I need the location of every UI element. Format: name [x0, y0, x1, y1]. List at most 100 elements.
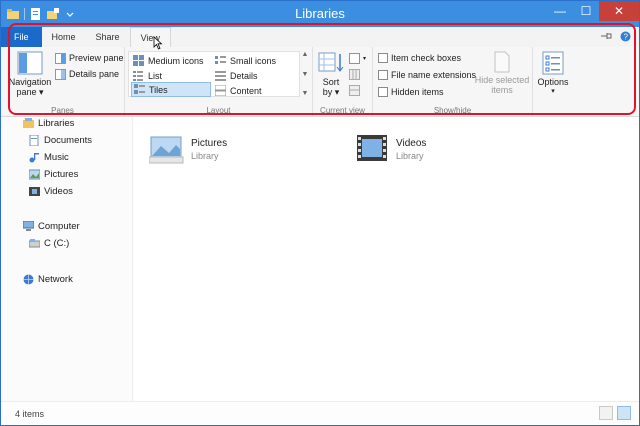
preview-pane-icon: [55, 52, 66, 64]
tab-file[interactable]: File: [1, 27, 42, 47]
sidebar-item-drive-c-label: C (C:): [44, 238, 70, 249]
videos-tile-text: Videos Library: [396, 138, 426, 161]
sidebar-item-music-label: Music: [44, 152, 69, 163]
size-columns-icon: [349, 84, 360, 96]
options-label: Options: [537, 77, 569, 87]
layout-details[interactable]: Details: [213, 68, 260, 83]
sidebar-item-documents[interactable]: Documents: [29, 134, 92, 147]
tile-type: Library: [191, 150, 219, 161]
gallery-more-icon[interactable]: ▼: [302, 90, 309, 97]
window-title: Libraries: [295, 6, 345, 21]
medium-icons-label: Medium icons: [148, 55, 204, 66]
status-bar: 4 items: [1, 401, 639, 425]
item-check-boxes-checkbox[interactable]: [378, 53, 388, 63]
large-icons-view-icon[interactable]: [617, 406, 631, 420]
help-icon[interactable]: ?: [620, 31, 631, 44]
minimize-icon: —: [554, 4, 566, 18]
navigation-pane-icon: [17, 51, 43, 77]
current-view-group-label: Current view: [320, 106, 365, 115]
navigation-pane-label-2: pane ▾: [16, 87, 44, 97]
close-button[interactable]: ✕: [599, 1, 639, 21]
sidebar-item-videos[interactable]: Videos: [29, 186, 73, 197]
hide-selected-label-1: Hide selected: [474, 75, 530, 85]
group-by-dropdown-icon: ▾: [363, 55, 367, 62]
sidebar-item-network-label: Network: [38, 274, 73, 285]
libraries-icon: [23, 118, 34, 129]
pictures-tile-text: Pictures Library: [191, 138, 227, 161]
pictures-library-icon: [148, 133, 185, 165]
hide-selected-items-button[interactable]: Hide selected items: [473, 51, 531, 95]
documents-icon: [29, 134, 40, 147]
options-button[interactable]: Options ▾: [535, 51, 571, 97]
tile-name: Pictures: [191, 137, 228, 149]
size-columns-button[interactable]: [349, 83, 360, 97]
network-icon: [23, 274, 34, 285]
group-by-button[interactable]: ▾: [349, 51, 366, 65]
pin-ribbon-icon[interactable]: [600, 31, 612, 43]
computer-icon: [22, 220, 35, 232]
medium-icons-icon: [133, 55, 144, 66]
tab-view[interactable]: View: [129, 27, 171, 47]
item-check-boxes-option[interactable]: Item check boxes: [378, 51, 461, 65]
details-label: Details: [230, 70, 258, 81]
options-group: Options ▾: [533, 47, 573, 117]
navigation-pane-label-2-text: pane: [16, 87, 37, 97]
add-columns-button[interactable]: [349, 67, 360, 81]
tiles-icon: [134, 84, 145, 95]
preview-pane-button[interactable]: Preview pane: [55, 51, 124, 65]
sidebar-item-pictures[interactable]: Pictures: [28, 169, 79, 180]
current-view-group: Sort by ▾ ▾ Current view: [313, 47, 373, 117]
window-controls: — ☐ ✕: [547, 1, 639, 21]
hidden-items-checkbox[interactable]: [378, 87, 388, 97]
sidebar-item-computer[interactable]: Computer: [22, 220, 80, 232]
videos-library-icon: [354, 133, 390, 165]
music-icon: [29, 152, 40, 163]
file-name-extensions-checkbox[interactable]: [378, 70, 388, 80]
scroll-down-icon[interactable]: ▼: [302, 71, 309, 78]
library-tile-videos[interactable]: Videos Library: [354, 133, 426, 165]
tab-share[interactable]: Share: [86, 27, 130, 47]
layout-medium-icons[interactable]: Medium icons: [131, 53, 206, 68]
sidebar-item-pictures-label: Pictures: [44, 169, 79, 180]
navigation-pane-button[interactable]: Navigation pane ▾: [9, 51, 51, 97]
add-columns-icon: [349, 68, 360, 80]
layout-content[interactable]: Content: [213, 83, 264, 98]
explorer-window: Libraries — ☐ ✕ File Home Share View ? N…: [0, 0, 640, 426]
maximize-icon: ☐: [580, 4, 592, 18]
drive-icon: [28, 238, 41, 249]
maximize-button[interactable]: ☐: [573, 1, 599, 21]
mouse-cursor-icon: [153, 36, 163, 50]
sort-by-label-1: Sort: [322, 77, 340, 87]
layout-small-icons[interactable]: Small icons: [213, 53, 278, 68]
ribbon-right-controls: ?: [600, 27, 639, 47]
details-pane-icon: [55, 68, 66, 80]
layout-tiles[interactable]: Tiles: [131, 82, 211, 97]
scroll-up-icon[interactable]: ▲: [302, 51, 309, 58]
layout-group-label: Layout: [206, 106, 231, 115]
sidebar-item-drive-c[interactable]: C (C:): [28, 238, 70, 249]
minimize-button[interactable]: —: [547, 1, 573, 21]
details-view-icon[interactable]: [599, 406, 613, 420]
content-label: Content: [230, 85, 262, 96]
sidebar-item-videos-label: Videos: [44, 186, 73, 197]
library-tile-pictures[interactable]: Pictures Library: [148, 133, 227, 165]
file-name-extensions-option[interactable]: File name extensions: [378, 68, 476, 82]
hide-selected-icon: [493, 51, 511, 75]
view-switcher: [599, 406, 631, 420]
navigation-pane-label-1: Navigation: [8, 77, 52, 87]
details-pane-button[interactable]: Details pane: [55, 67, 119, 81]
layout-list[interactable]: List: [131, 68, 164, 83]
options-dropdown-icon: ▾: [551, 88, 555, 95]
sort-by-button[interactable]: Sort by ▾: [317, 51, 345, 97]
hidden-items-option[interactable]: Hidden items: [378, 85, 444, 99]
small-icons-icon: [215, 55, 226, 66]
small-icons-label: Small icons: [230, 55, 277, 66]
file-name-extensions-label: File name extensions: [391, 70, 477, 80]
sidebar-item-network[interactable]: Network: [23, 274, 73, 285]
options-icon: [541, 51, 565, 77]
sidebar-item-music[interactable]: Music: [29, 152, 69, 163]
tab-home[interactable]: Home: [42, 27, 86, 47]
details-icon: [215, 70, 226, 81]
sidebar-item-libraries[interactable]: Libraries: [23, 118, 74, 129]
ribbon-tabs: File Home Share View ?: [1, 27, 639, 47]
